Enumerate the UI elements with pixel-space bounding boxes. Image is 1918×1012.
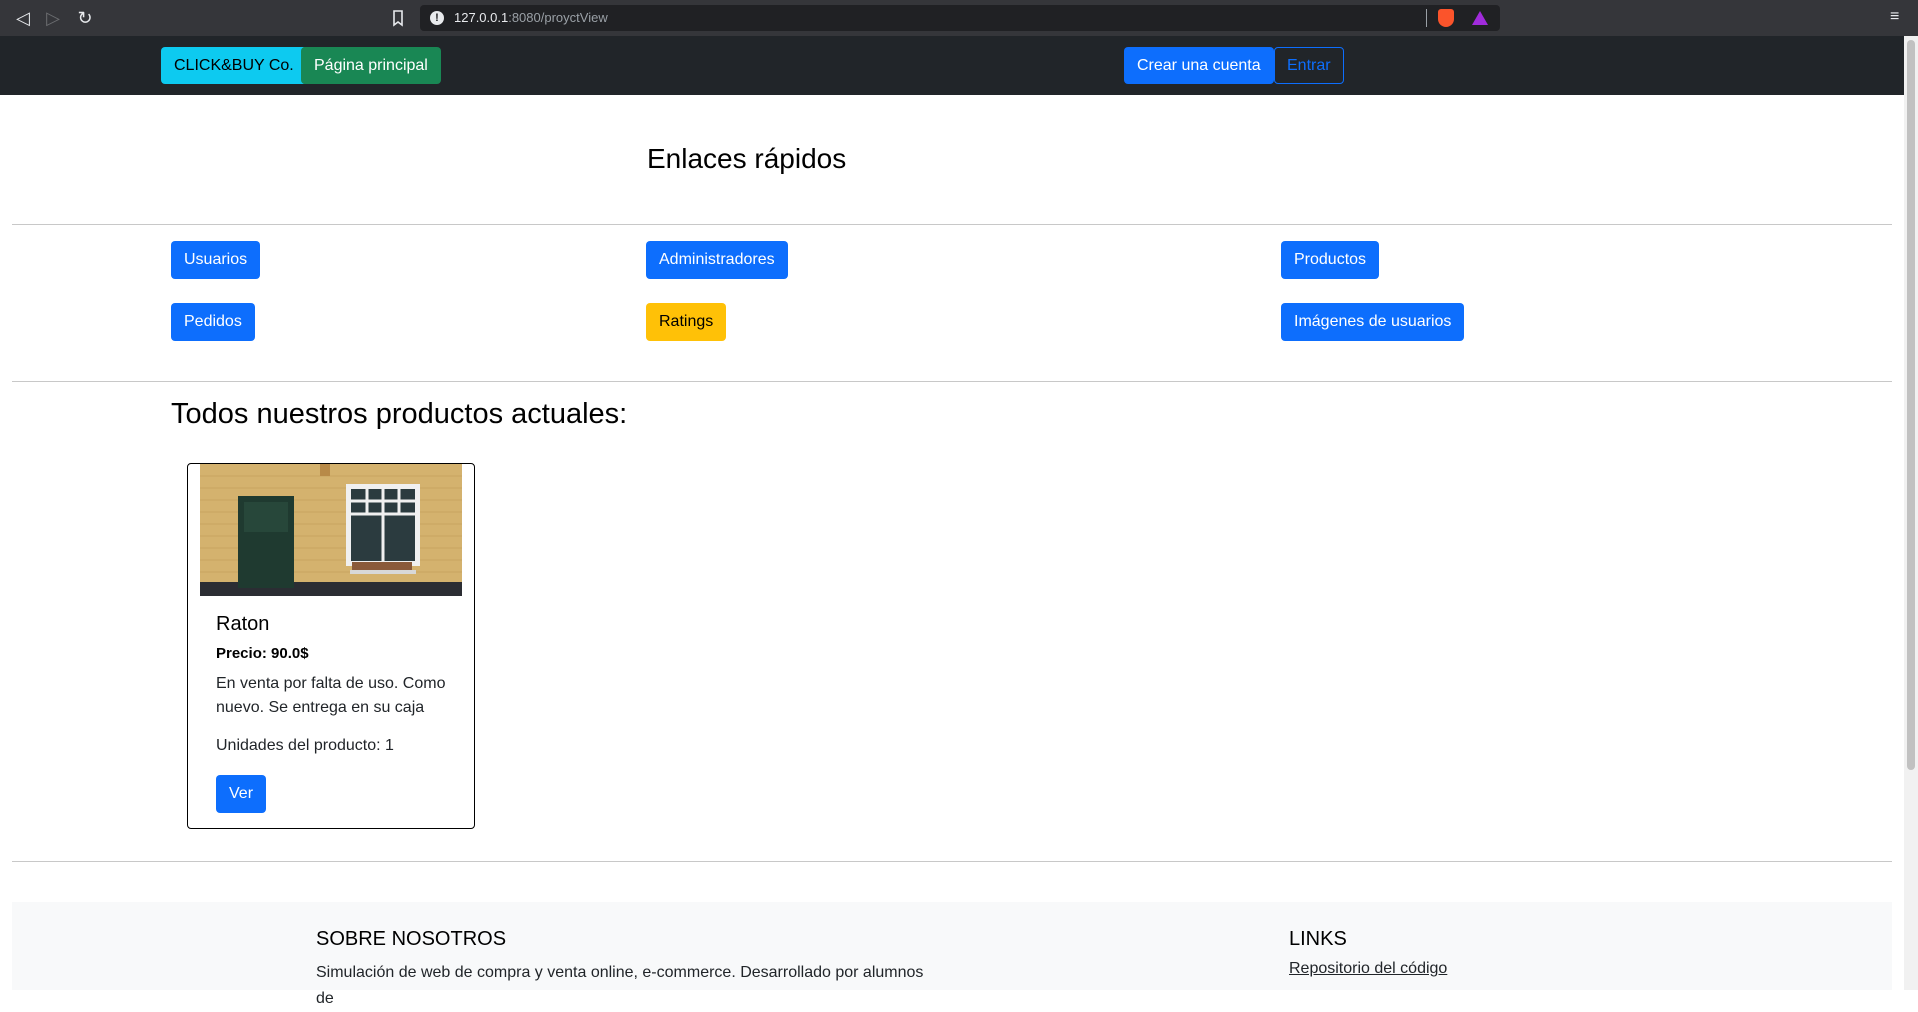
product-image <box>200 464 462 596</box>
view-product-button[interactable]: Ver <box>216 775 267 813</box>
ratings-button[interactable]: Ratings <box>646 303 727 341</box>
url-separator <box>1426 9 1427 27</box>
site-navbar: CLICK&BUY Co. Página principal Crear una… <box>0 36 1904 95</box>
repo-link[interactable]: Repositorio del código <box>1289 960 1447 978</box>
divider <box>12 861 1892 862</box>
home-button[interactable]: Página principal <box>301 47 441 84</box>
product-name: Raton <box>216 613 270 635</box>
brand-button[interactable]: CLICK&BUY Co. <box>161 47 307 84</box>
admins-button[interactable]: Administradores <box>646 241 788 279</box>
browser-menu-icon[interactable]: ≡ <box>1890 9 1904 25</box>
about-heading: SOBRE NOSOTROS <box>316 928 507 950</box>
signup-button[interactable]: Crear una cuenta <box>1124 47 1274 84</box>
product-card: Raton Precio: 90.0$ En venta por falta d… <box>187 463 475 829</box>
url-text[interactable]: 127.0.0.1:8080/proуctView <box>454 10 608 25</box>
back-icon[interactable]: ◁ <box>12 7 34 29</box>
reload-icon[interactable]: ↻ <box>74 7 96 29</box>
product-units: Unidades del producto: 1 <box>216 737 394 754</box>
forward-icon[interactable]: ▷ <box>42 7 64 29</box>
divider <box>12 381 1892 382</box>
product-price: Precio: 90.0$ <box>216 645 309 662</box>
user-images-button[interactable]: Imágenes de usuarios <box>1281 303 1465 341</box>
users-button[interactable]: Usuarios <box>171 241 261 279</box>
brave-rewards-icon[interactable] <box>1472 11 1488 25</box>
about-text: Simulación de web de compra y venta onli… <box>316 964 924 1007</box>
quick-links-heading: Enlaces rápidos <box>647 143 847 174</box>
scrollbar-thumb[interactable] <box>1907 40 1915 770</box>
login-button[interactable]: Entrar <box>1274 47 1344 84</box>
products-heading: Todos nuestros productos actuales: <box>171 398 628 430</box>
orders-button[interactable]: Pedidos <box>171 303 255 341</box>
links-heading: LINKS <box>1289 928 1347 950</box>
product-description: En venta por falta de uso. Como nuevo. S… <box>216 675 446 716</box>
site-footer: SOBRE NOSOTROS Simulación de web de comp… <box>12 902 1892 1007</box>
browser-toolbar: ◁ ▷ ↻ ! 127.0.0.1:8080/proуctView ≡ <box>0 0 1918 36</box>
address-bar[interactable]: ! 127.0.0.1:8080/proуctView <box>420 5 1500 31</box>
divider <box>12 224 1892 225</box>
site-info-icon[interactable]: ! <box>430 11 444 25</box>
products-button[interactable]: Productos <box>1281 241 1380 279</box>
bookmark-icon[interactable] <box>388 8 408 28</box>
brave-shields-icon[interactable] <box>1438 9 1454 27</box>
